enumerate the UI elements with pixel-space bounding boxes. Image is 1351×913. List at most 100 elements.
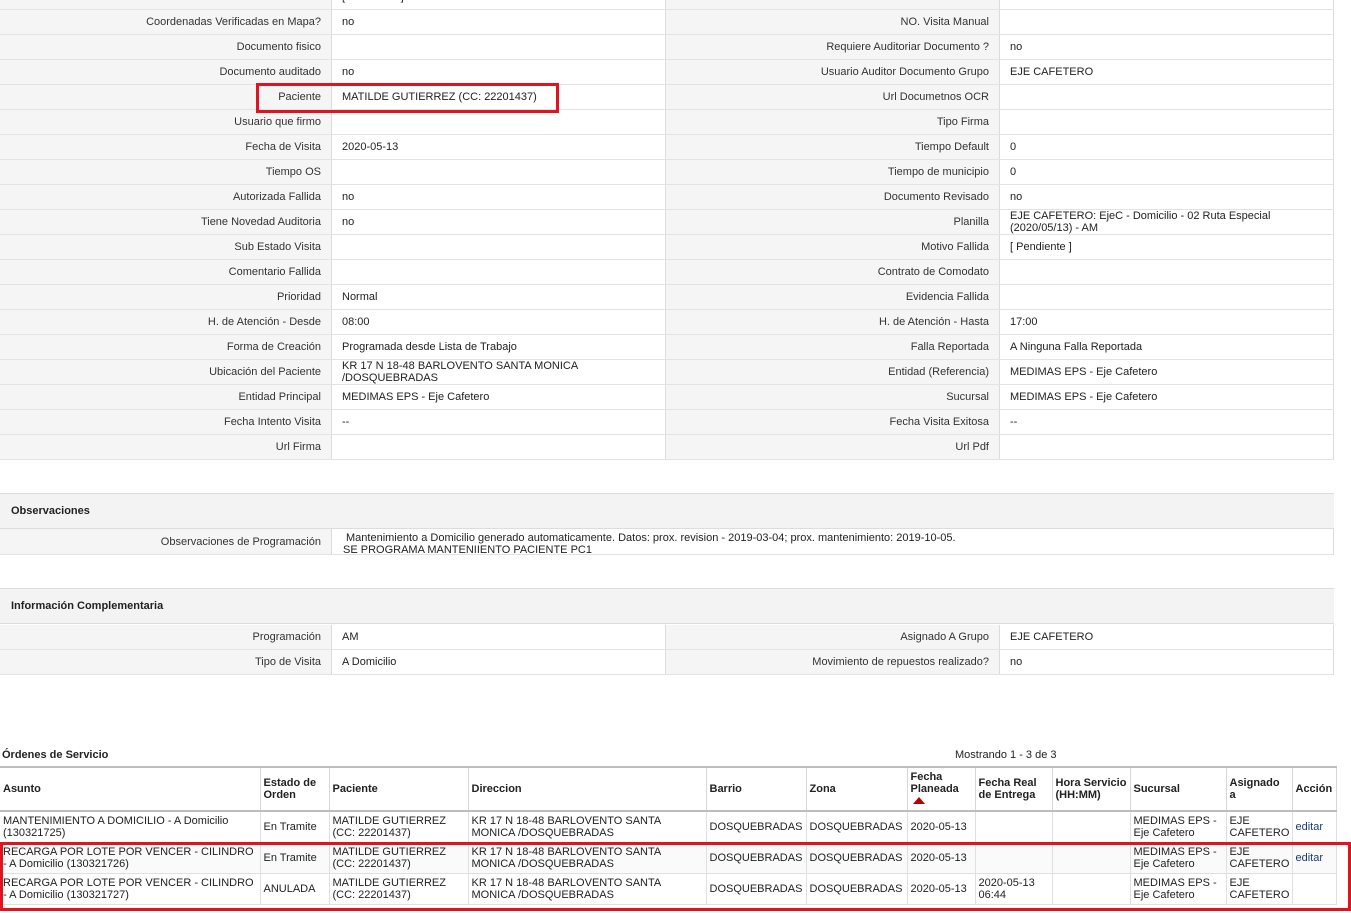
table-row: MANTENIMIENTO A DOMICILIO - A Domicilio …	[0, 811, 1337, 843]
detail-row: Entidad Principal MEDIMAS EPS - Eje Cafet…	[0, 385, 1334, 410]
table-row: RECARGA POR LOTE POR VENCER - CILINDRO -…	[0, 842, 1337, 874]
detail-value-right	[1000, 435, 1334, 459]
cell-sucursal: MEDIMAS EPS - Eje Cafetero	[1130, 873, 1227, 905]
detail-row: Autorizada Fallida no Documento Revisado no	[0, 185, 1334, 210]
cell-fecha-planeada: 2020-05-13	[907, 873, 976, 905]
cell-fecha-real: 2020-05-13 06:44	[975, 873, 1053, 905]
visit-detail-grid: Toma de Datos GPS[ Pendiente ]Corrección…	[0, 0, 1334, 460]
detail-value-right: [ Pendiente ]	[1000, 235, 1334, 259]
cell-accion: editar	[1292, 811, 1337, 843]
cell-hora	[1052, 873, 1131, 905]
detail-row: Usuario que firmo Tipo Firma	[0, 110, 1334, 135]
detail-label-left: Sub Estado Visita	[0, 235, 332, 259]
detail-label-left: Documento auditado	[0, 60, 332, 84]
orders-title: Órdenes de Servicio	[2, 749, 109, 761]
detail-row: Tiempo OS Tiempo de municipio 0	[0, 160, 1334, 185]
detail-label-left: Forma de Creación	[0, 335, 332, 359]
detail-label-right: NO. Visita Manual	[666, 10, 1000, 34]
cell-barrio: DOSQUEBRADAS	[706, 842, 807, 874]
detail-value-right: --	[1000, 410, 1334, 434]
cell-sucursal: MEDIMAS EPS - Eje Cafetero	[1130, 842, 1227, 874]
cell-paciente: MATILDE GUTIERREZ (CC: 22201437)	[329, 873, 469, 905]
detail-value-right: no	[1000, 185, 1334, 209]
detail-value-left: no	[332, 10, 666, 34]
col-header-estado[interactable]: Estado de Orden	[260, 766, 330, 812]
detail-row: Tiene Novedad Auditoria no Planilla EJE CAF…	[0, 210, 1334, 235]
col-header-asunto[interactable]: Asunto	[0, 766, 261, 812]
detail-label-left: Tiene Novedad Auditoria	[0, 210, 332, 234]
detail-row: Ubicación del Paciente KR 17 N 18-48 BARL…	[0, 360, 1334, 385]
complementaria-row: Programación AM Asignado A Grupo EJE CAFETE…	[0, 625, 1334, 650]
detail-label-left: Fecha Intento Visita	[0, 410, 332, 434]
detail-row: Prioridad Normal Evidencia Fallida	[0, 285, 1334, 310]
detail-label-left: Entidad Principal	[0, 385, 332, 409]
table-row: RECARGA POR LOTE POR VENCER - CILINDRO -…	[0, 873, 1337, 905]
cell-asignado: EJE CAFETERO	[1226, 811, 1293, 843]
complementaria-value-left: AM	[332, 625, 666, 649]
cell-paciente: MATILDE GUTIERREZ (CC: 22201437)	[329, 811, 469, 843]
col-header-zona[interactable]: Zona	[806, 766, 908, 812]
orders-header-row: Asunto Estado de Orden Paciente Direccio…	[0, 766, 1337, 812]
detail-value-left	[332, 260, 666, 284]
cell-paciente: MATILDE GUTIERREZ (CC: 22201437)	[329, 842, 469, 874]
detail-value-right: MEDIMAS EPS - Eje Cafetero	[1000, 385, 1334, 409]
col-header-accion: Acción	[1292, 766, 1337, 812]
detail-label-left: Fecha de Visita	[0, 135, 332, 159]
col-header-direccion[interactable]: Direccion	[468, 766, 707, 812]
col-header-sucursal[interactable]: Sucursal	[1130, 766, 1227, 812]
complementaria-label-left: Programación	[0, 625, 332, 649]
detail-label-left: Usuario que firmo	[0, 110, 332, 134]
detail-value-right: no	[1000, 35, 1334, 59]
sort-ascending-icon	[912, 797, 925, 804]
detail-label-right: Requiere Auditoriar Documento ?	[666, 35, 1000, 59]
edit-link[interactable]: editar	[1296, 821, 1324, 833]
detail-label-right: Tiempo de municipio	[666, 160, 1000, 184]
cell-asignado: EJE CAFETERO	[1226, 873, 1293, 905]
detail-value-left	[332, 35, 666, 59]
detail-value-left: Programada desde Lista de Trabajo	[332, 335, 666, 359]
detail-row: Fecha Intento Visita -- Fecha Visita Exito…	[0, 410, 1334, 435]
detail-value-right	[1000, 110, 1334, 134]
detail-value-left: 2020-05-13	[332, 135, 666, 159]
detail-value-right: A Ninguna Falla Reportada	[1000, 335, 1334, 359]
detail-label-left: Autorizada Fallida	[0, 185, 332, 209]
detail-row: Documento fisico Requiere Auditoriar Docu…	[0, 35, 1334, 60]
col-header-asignado[interactable]: Asignado a	[1226, 766, 1293, 812]
detail-row: H. de Atención - Desde 08:00 H. de Atenció…	[0, 310, 1334, 335]
detail-label-right: Tipo Firma	[666, 110, 1000, 134]
cell-estado: ANULADA	[260, 873, 330, 905]
complementaria-value-left: A Domicilio	[332, 650, 666, 674]
detail-value-left: no	[332, 210, 666, 234]
cell-asunto: RECARGA POR LOTE POR VENCER - CILINDRO -…	[0, 842, 261, 874]
detail-label-right: Contrato de Comodato	[666, 260, 1000, 284]
col-header-fecha-real[interactable]: Fecha Real de Entrega	[975, 766, 1053, 812]
detail-label-right: Usuario Auditor Documento Grupo	[666, 60, 1000, 84]
detail-label-left: Toma de Datos GPS	[0, 0, 332, 9]
col-header-hora[interactable]: Hora Servicio (HH:MM)	[1052, 766, 1131, 812]
detail-value-left: MEDIMAS EPS - Eje Cafetero	[332, 385, 666, 409]
detail-value-left: [ Pendiente ]	[332, 0, 666, 9]
detail-label-right: Sucursal	[666, 385, 1000, 409]
detail-label-left: Comentario Fallida	[0, 260, 332, 284]
cell-sucursal: MEDIMAS EPS - Eje Cafetero	[1130, 811, 1227, 843]
edit-link[interactable]: editar	[1296, 852, 1324, 864]
col-header-paciente[interactable]: Paciente	[329, 766, 469, 812]
complementaria-grid: Programación AM Asignado A Grupo EJE CAFETE…	[0, 625, 1334, 675]
detail-value-left	[332, 435, 666, 459]
cell-fecha-planeada: 2020-05-13	[907, 811, 976, 843]
col-header-barrio[interactable]: Barrio	[706, 766, 807, 812]
detail-row: Toma de Datos GPS[ Pendiente ]Corrección…	[0, 0, 1334, 10]
detail-label-right: Fecha Visita Exitosa	[666, 410, 1000, 434]
cell-asunto: MANTENIMIENTO A DOMICILIO - A Domicilio …	[0, 811, 261, 843]
cell-zona: DOSQUEBRADAS	[806, 811, 908, 843]
cell-fecha-real	[975, 842, 1053, 874]
complementaria-header: Información Complementaria	[0, 588, 1334, 624]
cell-accion	[1292, 873, 1337, 905]
orders-pagination-count: Mostrando 1 - 3 de 3	[955, 749, 1057, 761]
detail-label-right: Planilla	[666, 210, 1000, 234]
detail-value-right: 0	[1000, 160, 1334, 184]
cell-fecha-real	[975, 811, 1053, 843]
cell-fecha-planeada: 2020-05-13	[907, 842, 976, 874]
detail-row: Sub Estado Visita Motivo Fallida[ Pendien…	[0, 235, 1334, 260]
col-header-fecha-planeada[interactable]: Fecha Planeada	[907, 766, 976, 812]
